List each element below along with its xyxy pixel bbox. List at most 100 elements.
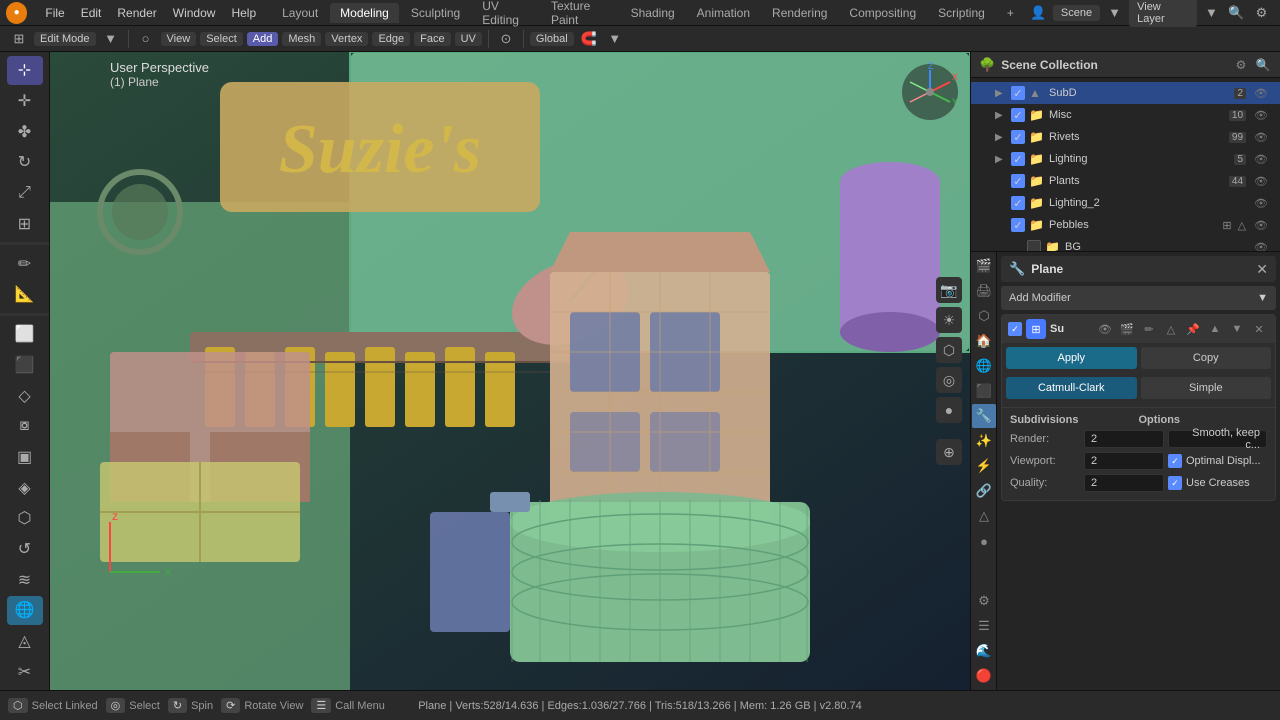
scene-selector[interactable]: Scene: [1053, 5, 1100, 21]
menu-edit[interactable]: Edit: [73, 4, 110, 22]
tool-inset[interactable]: ⬛: [7, 351, 43, 380]
outliner-item-plants[interactable]: ✓ 📁 Plants 44 👁: [971, 170, 1280, 192]
props-tab-data[interactable]: △: [972, 504, 996, 528]
tool-cursor[interactable]: ✛: [7, 87, 43, 116]
outliner-check-lighting2[interactable]: ✓: [1011, 196, 1025, 210]
vp-light-icon[interactable]: ☀: [936, 307, 962, 333]
view-layer-expand-icon[interactable]: ▼: [1201, 2, 1222, 24]
vertex-menu[interactable]: Vertex: [325, 32, 368, 46]
outliner-eye-pebbles[interactable]: 👁: [1250, 219, 1272, 232]
vp-camera-icon[interactable]: 📷: [936, 277, 962, 303]
expand-icon[interactable]: ▼: [1104, 2, 1125, 24]
copy-button[interactable]: Copy: [1141, 347, 1272, 369]
tab-layout[interactable]: Layout: [272, 3, 328, 23]
props-tab-constraints[interactable]: 🔗: [972, 479, 996, 503]
options-smooth-value[interactable]: Smooth, keep c...: [1168, 430, 1267, 448]
tab-sculpting[interactable]: Sculpting: [401, 3, 470, 23]
vp-shading-icon[interactable]: ●: [936, 397, 962, 423]
tool-select[interactable]: ⊹: [7, 56, 43, 85]
tool-shear[interactable]: ◬: [7, 627, 43, 656]
menu-help[interactable]: Help: [223, 4, 264, 22]
tool-bevel[interactable]: ◇: [7, 381, 43, 410]
modifier-realtime-icon[interactable]: 👁: [1095, 319, 1115, 339]
viewport-value[interactable]: 2: [1084, 452, 1164, 470]
view-menu[interactable]: View: [161, 32, 197, 46]
tool-extrude[interactable]: ⬜: [7, 320, 43, 349]
tab-shading[interactable]: Shading: [621, 3, 685, 23]
outliner-check-rivets[interactable]: ✓: [1011, 130, 1025, 144]
props-tab-particles[interactable]: ✨: [972, 429, 996, 453]
search-icon[interactable]: 🔍: [1226, 2, 1247, 24]
tool-offset-edge[interactable]: ▣: [7, 443, 43, 472]
tool-knife[interactable]: ◈: [7, 473, 43, 502]
tool-scale[interactable]: ⤢: [7, 179, 43, 208]
edit-mode-selector[interactable]: Edit Mode: [34, 32, 96, 46]
edge-menu[interactable]: Edge: [372, 32, 410, 46]
tool-transform[interactable]: ⊞: [7, 209, 43, 238]
proportional-icon[interactable]: ⊙: [495, 28, 517, 50]
props-tab-bottom-4[interactable]: 🔴: [972, 664, 996, 688]
props-tab-output[interactable]: 🖨: [972, 279, 996, 303]
props-tab-bottom-1[interactable]: ⚙: [972, 589, 996, 613]
outliner-check-lighting[interactable]: ✓: [1011, 152, 1025, 166]
menu-render[interactable]: Render: [109, 4, 164, 22]
tool-poly-build[interactable]: ⬡: [7, 504, 43, 533]
outliner-filter-icon[interactable]: ⚙: [1232, 56, 1250, 74]
viewport-shading-icon[interactable]: ○: [135, 28, 157, 50]
outliner-eye-rivets[interactable]: 👁: [1250, 131, 1272, 144]
vp-overlay-icon[interactable]: ◎: [936, 367, 962, 393]
outliner-item-bg[interactable]: 📁 BG 👁: [971, 236, 1280, 252]
vp-render-icon[interactable]: ⬡: [936, 337, 962, 363]
props-tab-view-layer[interactable]: ⬡: [972, 304, 996, 328]
outliner-check-misc[interactable]: ✓: [1011, 108, 1025, 122]
prop-close-icon[interactable]: ✕: [1256, 261, 1268, 278]
outliner-eye-plants[interactable]: 👁: [1250, 175, 1272, 188]
mode-expand-icon[interactable]: ▼: [100, 28, 122, 50]
props-tab-render[interactable]: 🎬: [972, 254, 996, 278]
tool-shrink-fatten[interactable]: 🌐: [7, 596, 43, 625]
select-menu[interactable]: Select: [200, 32, 243, 46]
tab-add[interactable]: +: [997, 3, 1024, 23]
outliner-check-pebbles[interactable]: ✓: [1011, 218, 1025, 232]
snap-magnet-icon[interactable]: 🧲: [578, 28, 600, 50]
uv-menu[interactable]: UV: [455, 32, 482, 46]
tool-move[interactable]: ✤: [7, 117, 43, 146]
outliner-eye-misc[interactable]: 👁: [1250, 109, 1272, 122]
outliner-check-subd[interactable]: ✓: [1011, 86, 1025, 100]
tab-rendering[interactable]: Rendering: [762, 3, 837, 23]
face-menu[interactable]: Face: [414, 32, 450, 46]
add-modifier-button[interactable]: Add Modifier ▼: [1001, 286, 1276, 310]
outliner-search-icon[interactable]: 🔍: [1254, 56, 1272, 74]
mode-icon[interactable]: ⊞: [8, 28, 30, 50]
outliner-check-bg[interactable]: [1027, 240, 1041, 252]
outliner-item-lighting[interactable]: ▶ ✓ 📁 Lighting 5 👁: [971, 148, 1280, 170]
modifier-remove-icon[interactable]: ✕: [1249, 319, 1269, 339]
add-menu[interactable]: Add: [247, 32, 279, 46]
tool-smooth[interactable]: ≋: [7, 565, 43, 594]
modifier-up-icon[interactable]: ▲: [1205, 319, 1225, 339]
render-value[interactable]: 2: [1084, 430, 1164, 448]
smooth-dropdown[interactable]: Smooth, keep c...: [1168, 430, 1267, 448]
axis-gizmo[interactable]: X Y Z: [900, 62, 960, 122]
filter-icon[interactable]: ⚙: [1251, 2, 1272, 24]
modifier-pin-icon[interactable]: 📌: [1183, 319, 1203, 339]
props-tab-bottom-2[interactable]: ☰: [972, 614, 996, 638]
transform-selector[interactable]: Global: [530, 32, 574, 46]
user-icon[interactable]: 👤: [1028, 2, 1049, 24]
main-viewport[interactable]: Suzie's: [50, 52, 970, 690]
props-tab-scene[interactable]: 🏠: [972, 329, 996, 353]
tab-texture-paint[interactable]: Texture Paint: [541, 0, 619, 30]
modifier-edit-icon[interactable]: ✏: [1139, 319, 1159, 339]
blender-logo[interactable]: ●: [6, 2, 27, 24]
menu-file[interactable]: File: [37, 4, 72, 22]
tool-measure[interactable]: 📐: [7, 280, 43, 309]
props-tab-world[interactable]: 🌐: [972, 354, 996, 378]
use-creases-checkbox[interactable]: ✓: [1168, 476, 1182, 490]
outliner-item-lighting2[interactable]: ✓ 📁 Lighting_2 👁: [971, 192, 1280, 214]
tool-loop-cut[interactable]: ⧇: [7, 412, 43, 441]
tab-uv-editing[interactable]: UV Editing: [472, 0, 539, 30]
catmull-clark-button[interactable]: Catmull-Clark: [1006, 377, 1137, 399]
outliner-item-misc[interactable]: ▶ ✓ 📁 Misc 10 👁: [971, 104, 1280, 126]
tab-scripting[interactable]: Scripting: [928, 3, 995, 23]
outliner-eye-lighting2[interactable]: 👁: [1250, 197, 1272, 210]
